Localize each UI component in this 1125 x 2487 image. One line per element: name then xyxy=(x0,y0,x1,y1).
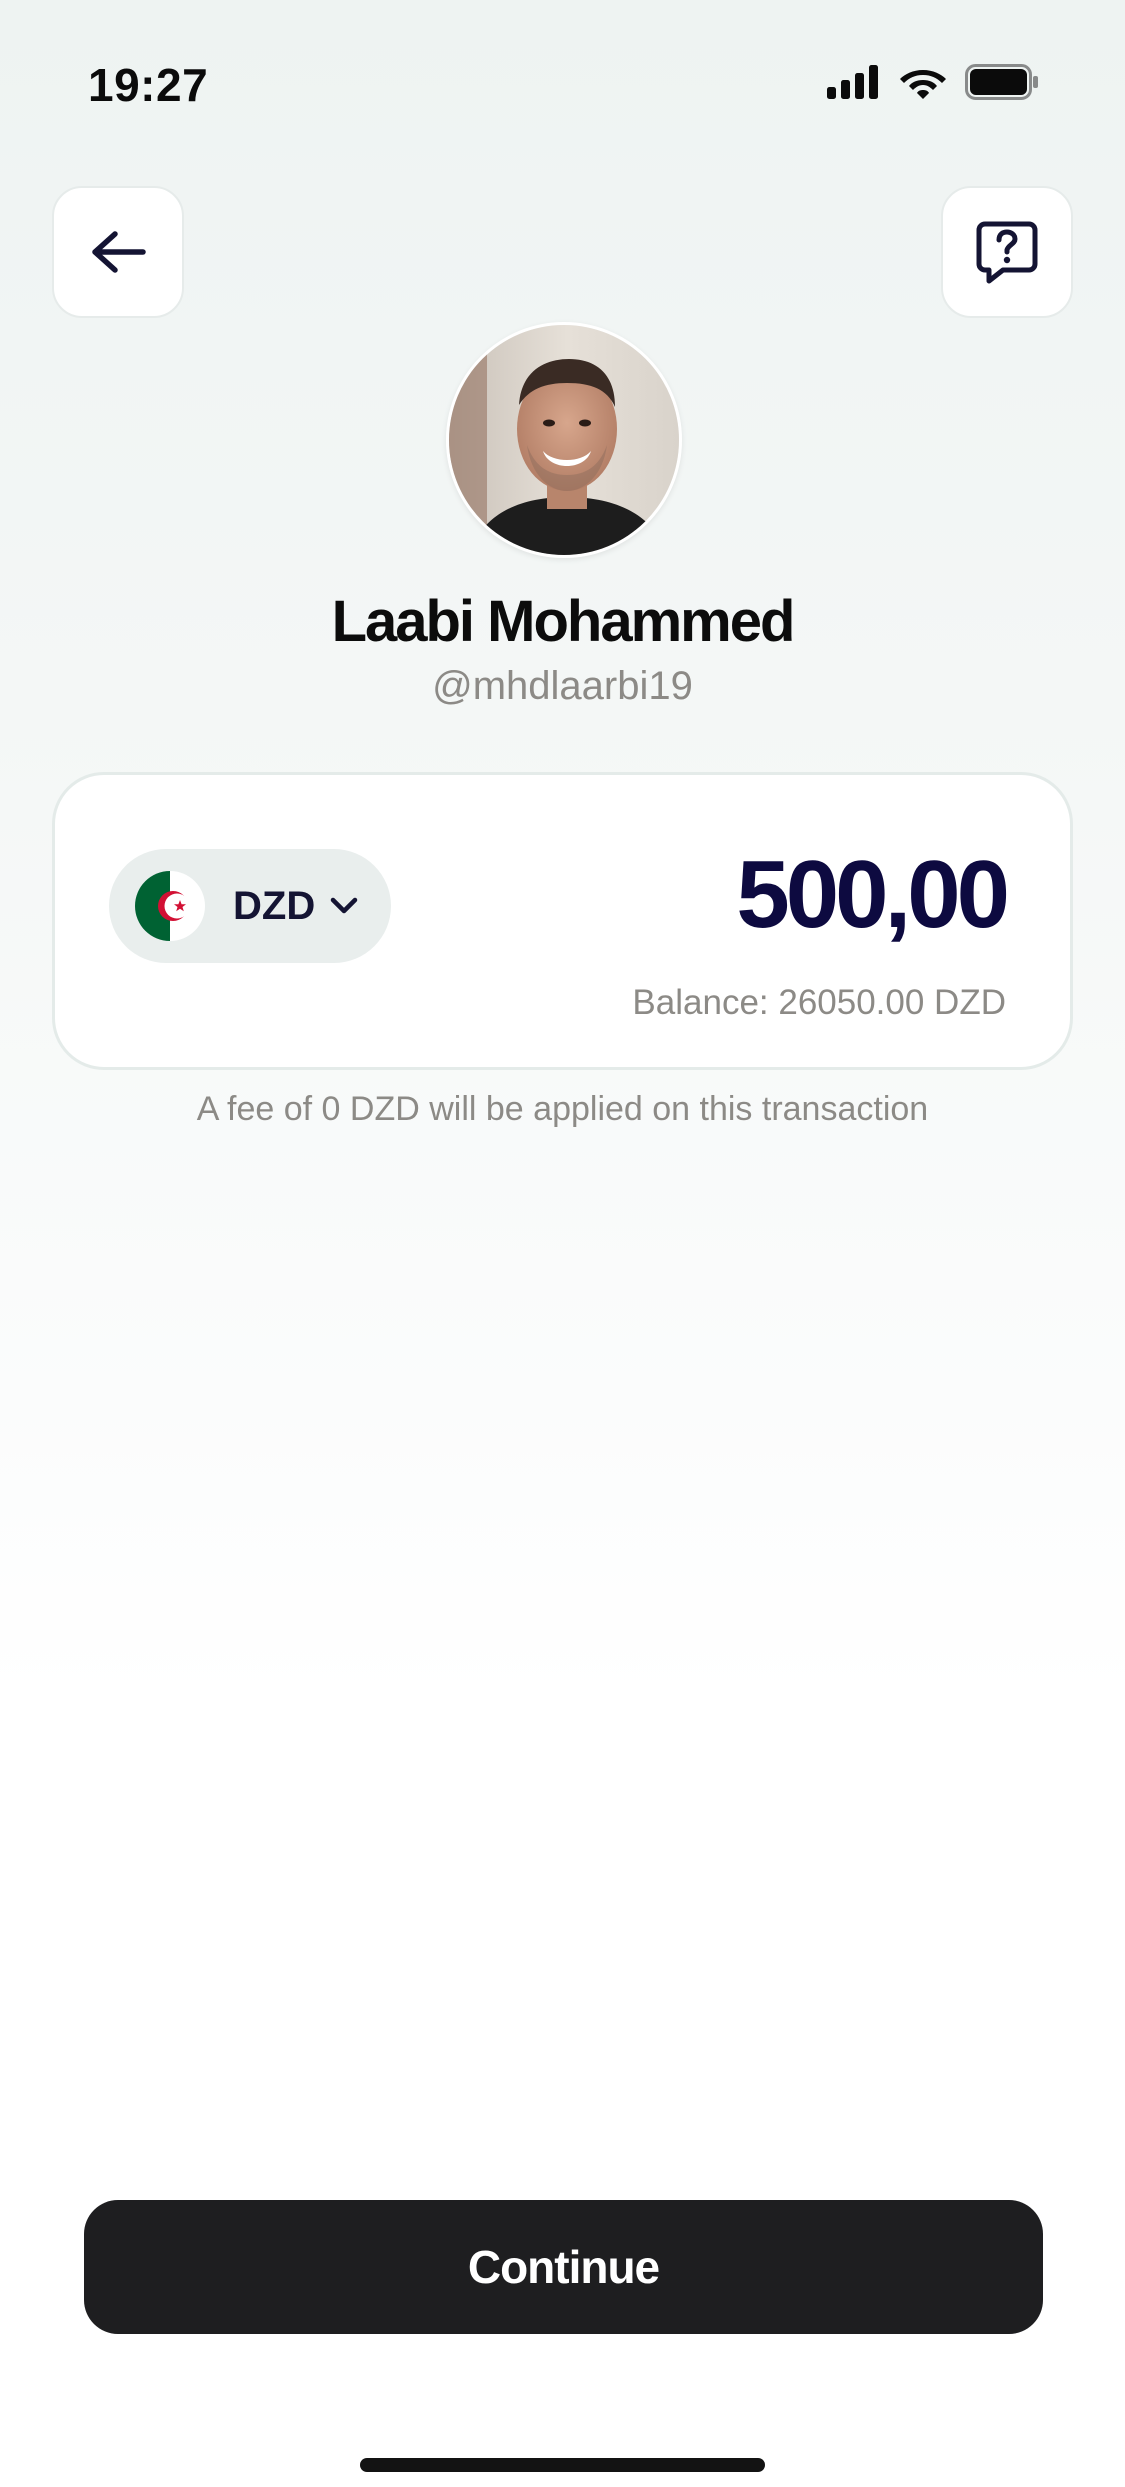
currency-code: DZD xyxy=(233,883,316,928)
recipient-handle: @mhdlaarbi19 xyxy=(432,664,693,708)
status-time: 19:27 xyxy=(88,59,209,111)
help-button[interactable] xyxy=(941,186,1073,318)
algeria-flag-icon xyxy=(135,871,205,941)
battery-icon xyxy=(965,64,1038,100)
continue-button[interactable]: Continue xyxy=(84,2200,1043,2334)
avatar-photo xyxy=(449,325,679,555)
recipient-name: Laabi Mohammed xyxy=(331,589,796,654)
wifi-icon xyxy=(900,70,946,99)
chevron-down-icon xyxy=(329,896,359,916)
question-chat-icon xyxy=(976,221,1038,284)
signal-icon xyxy=(827,65,878,99)
recipient-avatar xyxy=(446,322,682,558)
amount-value[interactable]: 500,00 xyxy=(736,847,1010,943)
amount-card: DZD 500,00 Balance: 26050.00 DZD xyxy=(52,772,1073,1070)
balance-text: Balance: 26050.00 DZD xyxy=(632,983,1006,1022)
home-indicator xyxy=(360,2458,765,2472)
fee-note: A fee of 0 DZD will be applied on this t… xyxy=(196,1090,929,1128)
arrow-left-icon xyxy=(92,231,146,273)
status-icons xyxy=(827,64,1039,100)
back-button[interactable] xyxy=(52,186,184,318)
currency-selector[interactable]: DZD xyxy=(109,849,391,963)
